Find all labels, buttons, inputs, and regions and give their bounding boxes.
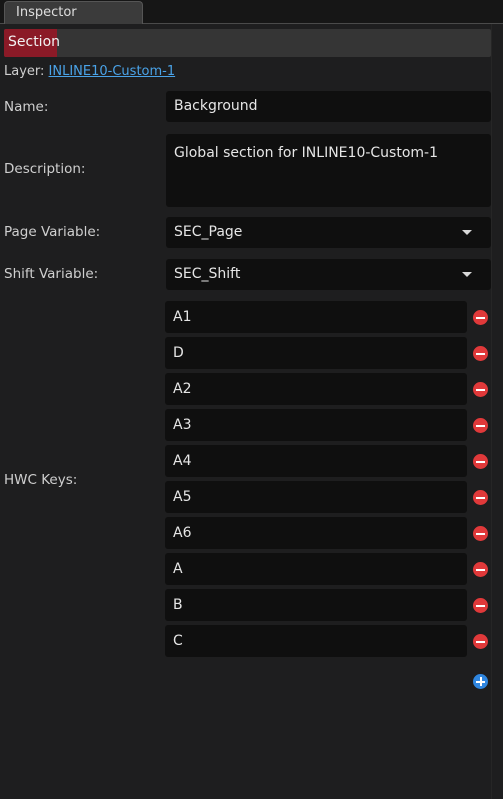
remove-key-icon[interactable]: [473, 490, 488, 505]
description-field[interactable]: Global section for INLINE10-Custom-1: [166, 134, 491, 207]
hwc-key-field[interactable]: A6: [165, 517, 467, 549]
shift-variable-select[interactable]: SEC_Shift: [166, 259, 491, 290]
page-variable-label: Page Variable:: [4, 224, 101, 240]
shift-variable-label: Shift Variable:: [4, 266, 99, 282]
remove-key-icon[interactable]: [473, 598, 488, 613]
hwc-key-field[interactable]: B: [165, 589, 467, 621]
add-key-icon[interactable]: [473, 674, 488, 689]
layer-link[interactable]: INLINE10-Custom-1: [49, 64, 176, 79]
page-variable-select[interactable]: SEC_Page: [166, 217, 491, 248]
description-label: Description:: [4, 161, 86, 177]
name-label: Name:: [4, 99, 49, 115]
hwc-key-field[interactable]: D: [165, 337, 467, 369]
remove-key-icon[interactable]: [473, 634, 488, 649]
hwc-key-field[interactable]: C: [165, 625, 467, 657]
remove-key-icon[interactable]: [473, 562, 488, 577]
section-badge: Section: [4, 29, 60, 57]
layer-row: Layer: INLINE10-Custom-1: [4, 64, 175, 82]
tab-inspector[interactable]: Inspector: [4, 1, 143, 24]
remove-key-icon[interactable]: [473, 382, 488, 397]
name-input[interactable]: [174, 91, 491, 122]
inspector-panel: Inspector Section Layer: INLINE10-Custom…: [0, 0, 503, 799]
remove-key-icon[interactable]: [473, 310, 488, 325]
hwc-key-field[interactable]: A: [165, 553, 467, 585]
layer-label: Layer:: [4, 64, 45, 79]
remove-key-icon[interactable]: [473, 418, 488, 433]
remove-key-icon[interactable]: [473, 454, 488, 469]
section-header: Section: [4, 29, 491, 57]
hwc-key-field[interactable]: A1: [165, 301, 467, 333]
name-field-container: [166, 91, 491, 122]
hwc-keys-label: HWC Keys:: [4, 472, 78, 488]
hwc-key-field[interactable]: A3: [165, 409, 467, 441]
hwc-key-field[interactable]: A2: [165, 373, 467, 405]
hwc-key-field[interactable]: A5: [165, 481, 467, 513]
chevron-down-icon: [462, 230, 472, 235]
shift-variable-value: SEC_Shift: [174, 266, 241, 282]
scrollbar-track[interactable]: [491, 24, 503, 799]
chevron-down-icon: [462, 272, 472, 277]
remove-key-icon[interactable]: [473, 346, 488, 361]
tab-bar: Inspector: [0, 0, 503, 24]
hwc-key-field[interactable]: A4: [165, 445, 467, 477]
description-text: Global section for INLINE10-Custom-1: [174, 145, 438, 161]
remove-key-icon[interactable]: [473, 526, 488, 541]
page-variable-value: SEC_Page: [174, 224, 243, 240]
